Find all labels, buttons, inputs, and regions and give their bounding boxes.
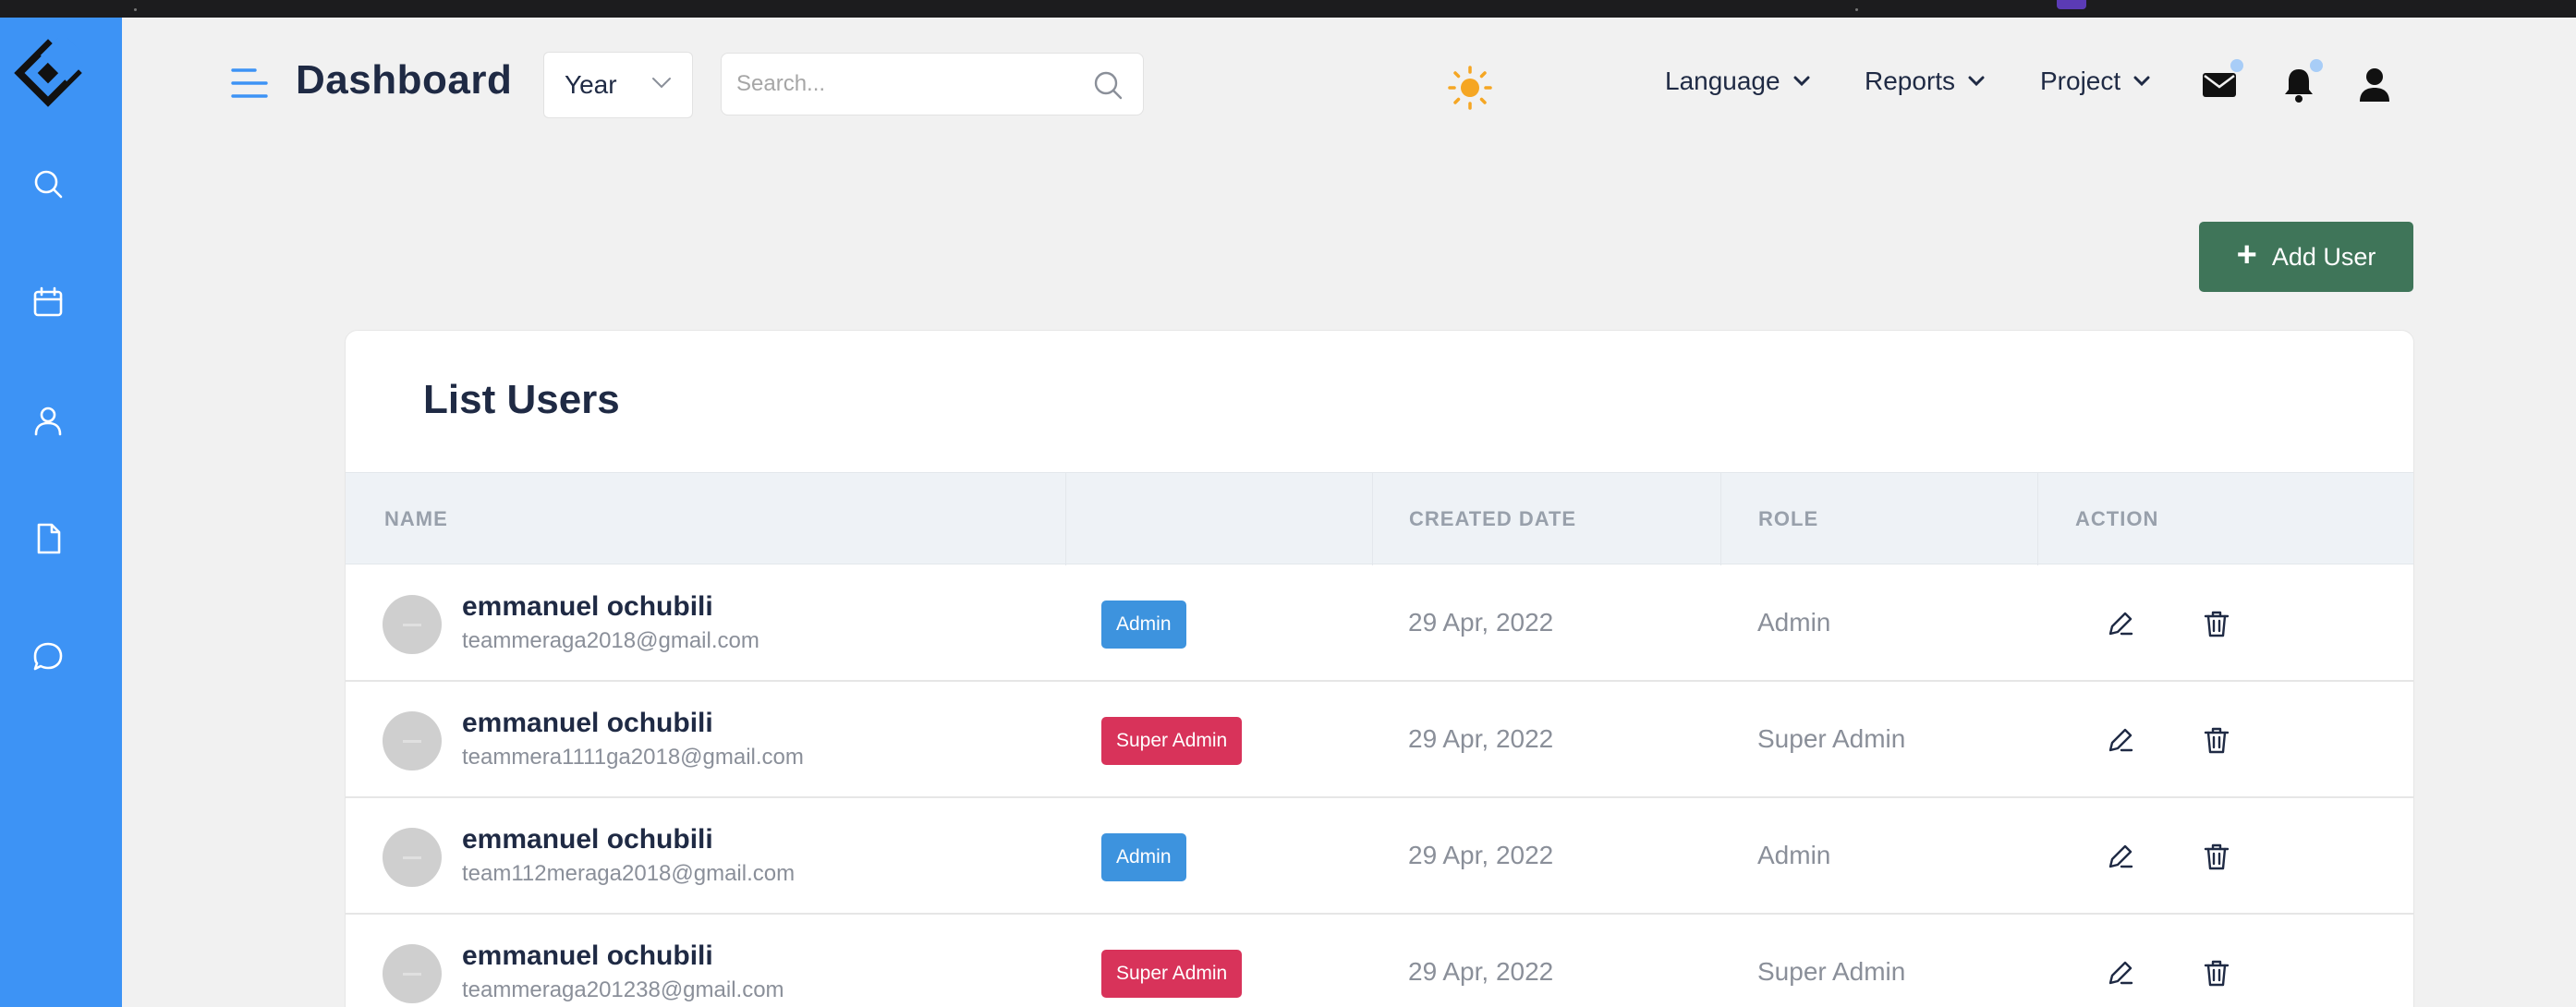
nav-reports-dropdown[interactable]: Reports (1865, 67, 1985, 96)
profile-button[interactable] (2354, 65, 2395, 105)
chevron-down-icon (652, 78, 671, 89)
plus-icon: + (2236, 236, 2257, 274)
search-input[interactable] (736, 54, 1069, 115)
trash-icon[interactable] (2201, 724, 2232, 756)
created-date: 29 Apr, 2022 (1408, 841, 1554, 869)
user-name: emmanuel ochubili (462, 591, 713, 622)
sidebar-item-users[interactable] (20, 393, 76, 448)
sidebar-item-files[interactable] (20, 511, 76, 566)
calendar-icon (33, 286, 63, 317)
role-text: Admin (1757, 608, 1831, 637)
logo-icon[interactable] (13, 38, 83, 108)
strip-badge (2057, 0, 2086, 9)
search-box (721, 53, 1144, 115)
chevron-down-icon (1793, 76, 1810, 87)
table-row: emmanuel ochubili teammera1111ga2018@gma… (346, 682, 2413, 798)
role-badge: Super Admin (1101, 950, 1243, 998)
role-badge: Admin (1101, 601, 1186, 649)
user-name: emmanuel ochubili (462, 708, 713, 738)
notification-dot (2230, 59, 2243, 72)
sidebar-item-calendar[interactable] (20, 274, 76, 330)
column-divider (1372, 473, 1373, 565)
search-icon (34, 170, 63, 199)
notifications-button[interactable] (2278, 59, 2323, 105)
sidebar (0, 18, 122, 1007)
trash-icon[interactable] (2201, 841, 2232, 872)
sidebar-item-messages[interactable] (20, 629, 76, 685)
chevron-down-icon (1968, 76, 1985, 87)
card-title: List Users (423, 377, 620, 422)
column-divider (2037, 473, 2038, 565)
table-row: emmanuel ochubili teammeraga201238@gmail… (346, 915, 2413, 1007)
theme-toggle-sun-icon[interactable] (1447, 65, 1493, 111)
strip-dot (1855, 8, 1858, 11)
user-name: emmanuel ochubili (462, 940, 713, 971)
role-text: Admin (1757, 841, 1831, 869)
nav-language-label: Language (1665, 67, 1780, 95)
notification-dot (2310, 59, 2323, 72)
edit-icon[interactable] (2105, 608, 2136, 639)
user-icon (2360, 68, 2389, 102)
user-icon (34, 406, 62, 436)
table-row: emmanuel ochubili teammeraga2018@gmail.c… (346, 565, 2413, 682)
avatar (383, 595, 442, 654)
file-icon (37, 523, 61, 554)
column-divider (1065, 473, 1066, 565)
search-icon[interactable] (1091, 68, 1124, 102)
chevron-down-icon (2133, 76, 2150, 87)
role-badge: Admin (1101, 833, 1186, 881)
user-email: team112meraga2018@gmail.com (462, 861, 796, 886)
edit-icon[interactable] (2105, 724, 2136, 756)
chat-icon (33, 642, 63, 671)
nav-reports-label: Reports (1865, 67, 1956, 95)
page-title: Dashboard (296, 57, 513, 103)
users-card: List Users NAME CREATED DATE ROLE ACTION… (345, 330, 2414, 1007)
edit-icon[interactable] (2105, 957, 2136, 989)
browser-top-strip (0, 0, 2576, 18)
user-name: emmanuel ochubili (462, 824, 713, 855)
column-divider (1720, 473, 1721, 565)
add-user-button[interactable]: + Add User (2199, 222, 2413, 292)
nav-language-dropdown[interactable]: Language (1665, 67, 1810, 96)
column-header-name: NAME (384, 507, 448, 530)
created-date: 29 Apr, 2022 (1408, 608, 1554, 637)
trash-icon[interactable] (2201, 957, 2232, 989)
user-email: teammeraga201238@gmail.com (462, 977, 784, 1002)
add-user-label: Add User (2271, 242, 2376, 271)
table-row: emmanuel ochubili team112meraga2018@gmai… (346, 798, 2413, 915)
avatar (383, 828, 442, 887)
nav-project-dropdown[interactable]: Project (2040, 67, 2150, 96)
created-date: 29 Apr, 2022 (1408, 724, 1554, 753)
created-date: 29 Apr, 2022 (1408, 957, 1554, 986)
avatar (383, 711, 442, 770)
user-email: teammeraga2018@gmail.com (462, 628, 759, 653)
role-text: Super Admin (1757, 957, 1906, 986)
messages-button[interactable] (2199, 59, 2243, 105)
menu-icon[interactable] (229, 63, 270, 103)
table-header: NAME CREATED DATE ROLE ACTION (346, 472, 2413, 565)
year-select[interactable]: Year (543, 52, 693, 118)
column-header-role: ROLE (1758, 507, 1819, 530)
avatar (383, 944, 442, 1003)
role-badge: Super Admin (1101, 717, 1243, 765)
year-select-value: Year (565, 70, 617, 99)
role-text: Super Admin (1757, 724, 1906, 753)
trash-icon[interactable] (2201, 608, 2232, 639)
column-header-created-date: CREATED DATE (1409, 507, 1577, 530)
user-email: teammera1111ga2018@gmail.com (462, 745, 804, 770)
column-header-action: ACTION (2075, 507, 2159, 530)
sidebar-item-search[interactable] (20, 156, 76, 212)
edit-icon[interactable] (2105, 841, 2136, 872)
strip-dot (134, 8, 137, 11)
nav-project-label: Project (2040, 67, 2121, 95)
